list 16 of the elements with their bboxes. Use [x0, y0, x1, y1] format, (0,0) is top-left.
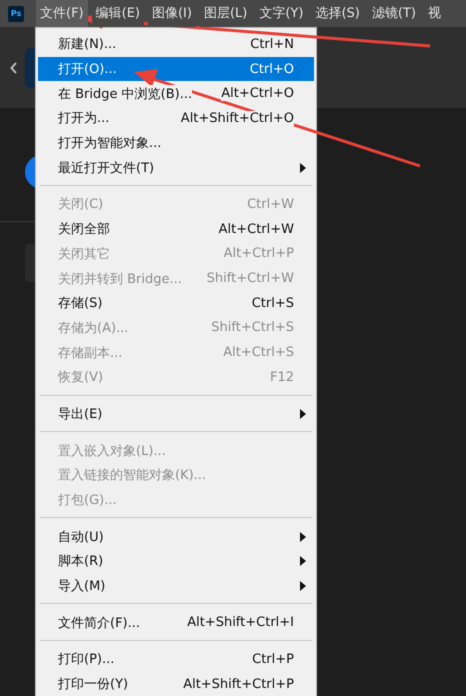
shortcut-label: Alt+Shift+Ctrl+O [180, 110, 294, 126]
app-logo[interactable]: Ps [8, 6, 24, 22]
menu-item-label: 最近打开文件(T) [58, 158, 154, 177]
menu-item-label: 关闭并转到 Bridge... [58, 270, 182, 288]
menu-item-label: 文件简介(F)... [58, 614, 140, 632]
menu-item-label: 在 Bridge 中浏览(B)... [58, 84, 192, 103]
shortcut-label: Alt+Ctrl+O [221, 86, 294, 102]
menu-bar-item[interactable]: 文件(F) [36, 0, 88, 27]
menu-item[interactable]: 打开(O)... Ctrl+O [38, 56, 314, 82]
menu-item-label: 自动(U) [58, 528, 104, 546]
back-chevron-icon[interactable] [10, 62, 18, 74]
menu-item-label: 关闭其它 [58, 244, 110, 263]
menu-item-label: 存储为(A)... [58, 318, 128, 337]
menu-item-label: 置入嵌入对象(L)... [58, 442, 166, 460]
menu-item-label: 导出(E) [58, 404, 102, 423]
menu-item-label: 存储副本... [58, 344, 122, 362]
